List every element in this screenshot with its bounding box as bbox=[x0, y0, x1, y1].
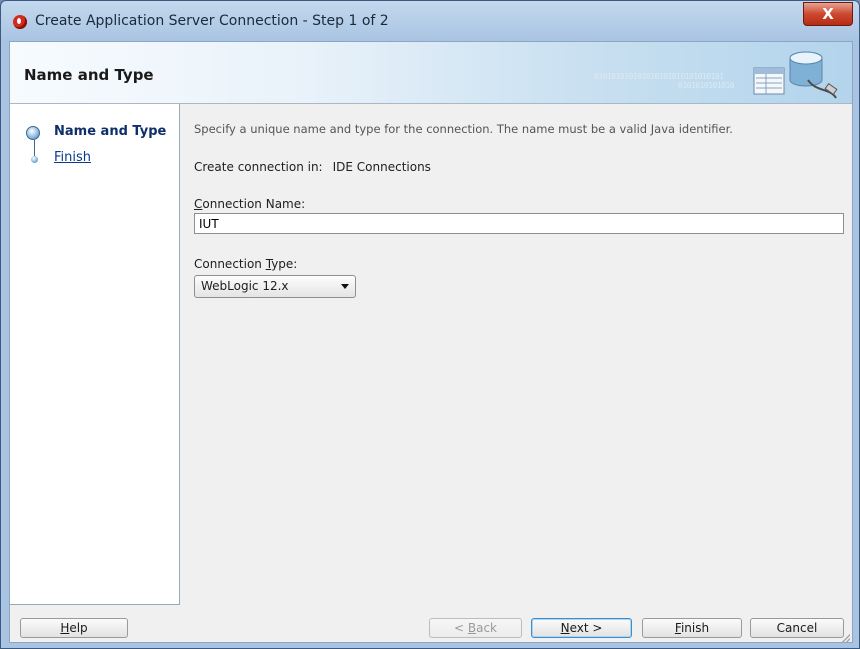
cancel-button[interactable]: Cancel bbox=[750, 618, 844, 638]
binary-line-1: 010101010101010101010101010101 bbox=[594, 72, 724, 81]
instruction-text: Specify a unique name and type for the c… bbox=[194, 122, 733, 136]
back-prefix: < bbox=[453, 621, 468, 635]
binary-line-2: 0101010101010 bbox=[678, 81, 735, 90]
step-finish[interactable]: Finish bbox=[10, 150, 178, 168]
window-title: Create Application Server Connection - S… bbox=[35, 13, 389, 29]
connection-name-label-rest: onnection Name: bbox=[202, 197, 306, 211]
step-label-name-and-type: Name and Type bbox=[54, 124, 167, 139]
step-label-finish[interactable]: Finish bbox=[54, 150, 91, 165]
resize-grip[interactable] bbox=[842, 634, 850, 642]
finish-button[interactable]: Finish bbox=[642, 618, 742, 638]
oracle-app-icon bbox=[13, 15, 27, 29]
page-header: Name and Type 01010101010101010101010101… bbox=[10, 42, 852, 104]
connection-type-label-rest: ype: bbox=[271, 257, 298, 271]
help-button[interactable]: Help bbox=[20, 618, 128, 638]
close-button[interactable]: X bbox=[803, 2, 853, 26]
binary-decoration: 010101010101010101010101010101 010101010… bbox=[594, 72, 735, 90]
help-mnemonic: H bbox=[60, 621, 70, 635]
dropdown-arrow-icon bbox=[341, 284, 349, 289]
connection-type-label: Connection Type: bbox=[194, 257, 297, 271]
connection-name-label: Connection Name: bbox=[194, 197, 305, 211]
create-in-label: Create connection in: bbox=[194, 160, 323, 174]
step-name-and-type[interactable]: Name and Type bbox=[10, 124, 178, 142]
help-label-rest: elp bbox=[69, 621, 88, 635]
steps-panel bbox=[10, 104, 180, 605]
back-button[interactable]: < Back bbox=[429, 618, 522, 638]
connection-type-value: WebLogic 12.x bbox=[201, 279, 289, 293]
next-button[interactable]: Next > bbox=[531, 618, 632, 638]
title-bar[interactable]: Create Application Server Connection - S… bbox=[1, 1, 859, 41]
finish-label-rest: inish bbox=[680, 621, 710, 635]
back-label-rest: ack bbox=[476, 621, 497, 635]
page-title: Name and Type bbox=[24, 66, 154, 84]
button-bar: Help < Back Next > Finish Cancel bbox=[10, 608, 852, 642]
connection-name-input[interactable] bbox=[194, 213, 844, 234]
create-connection-in: Create connection in: IDE Connections bbox=[194, 160, 431, 174]
server-connection-icon bbox=[753, 51, 838, 99]
back-mnemonic: B bbox=[467, 621, 477, 635]
create-in-value: IDE Connections bbox=[332, 160, 431, 174]
connection-type-select[interactable]: WebLogic 12.x bbox=[194, 275, 356, 298]
dialog-content: Name and Type 01010101010101010101010101… bbox=[9, 41, 853, 643]
pending-step-icon bbox=[31, 156, 38, 163]
next-label-rest: ext > bbox=[569, 621, 603, 635]
dialog-window: Create Application Server Connection - S… bbox=[0, 0, 860, 649]
current-step-icon bbox=[26, 126, 40, 140]
close-icon: X bbox=[822, 5, 834, 23]
connection-type-label-prefix: Connection bbox=[194, 257, 266, 271]
next-mnemonic: N bbox=[560, 621, 570, 635]
